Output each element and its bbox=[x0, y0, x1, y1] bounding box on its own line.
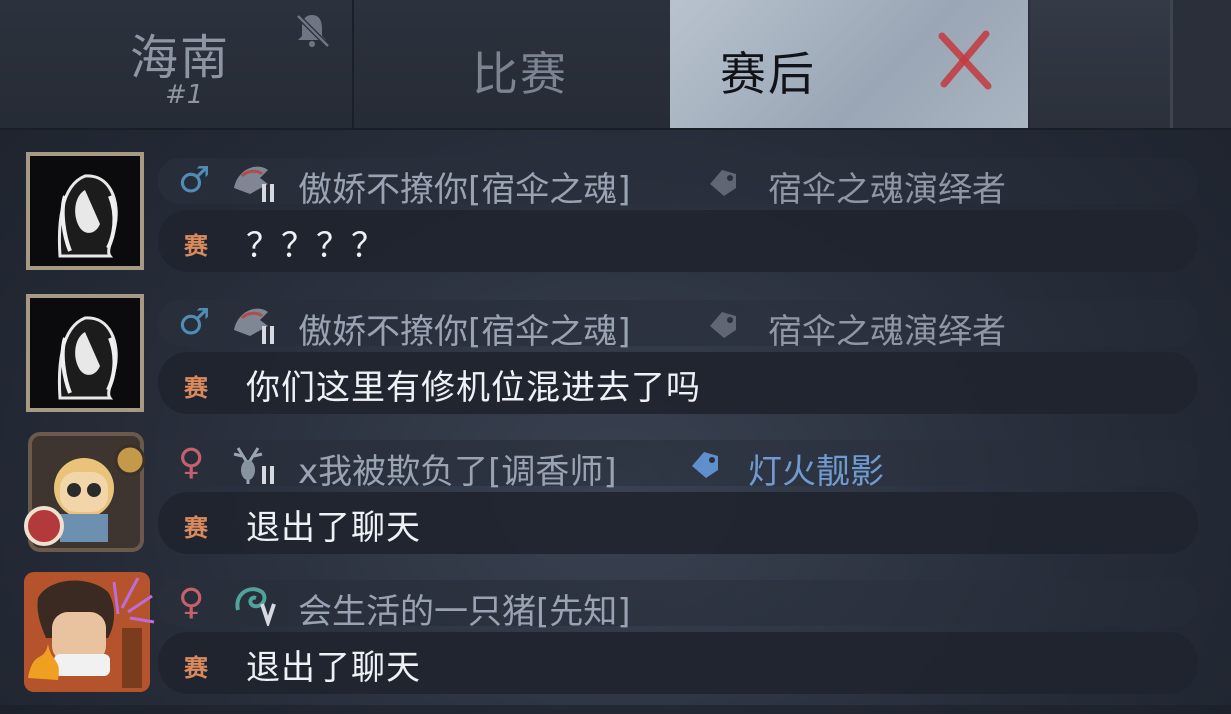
message-text: 退出了聊天 bbox=[246, 508, 421, 548]
player-name[interactable]: x我被欺负了[调香师] bbox=[298, 444, 617, 493]
message-text: ？？？？ bbox=[246, 226, 386, 266]
chat-message: ♀ x我被欺负了[调香师] 灯火靓影 赛 退出了聊天 bbox=[0, 432, 1231, 574]
avatar-perfumer-icon bbox=[24, 432, 146, 552]
tab-next[interactable] bbox=[1030, 0, 1180, 128]
tag-icon bbox=[710, 312, 736, 338]
message-header: ♂ 傲娇不撩你[宿伞之魂] 宿伞之魂演绎者 bbox=[158, 300, 1198, 352]
close-icon[interactable] bbox=[932, 28, 996, 92]
player-name[interactable]: 傲娇不撩你[宿伞之魂] bbox=[298, 304, 631, 353]
channel-badge: 赛 bbox=[184, 232, 208, 260]
message-body: 赛 退出了聊天 bbox=[158, 632, 1198, 694]
rank-badge-icon[interactable] bbox=[228, 158, 280, 204]
male-icon: ♂ bbox=[178, 302, 211, 343]
tab-scroll-handle[interactable] bbox=[1170, 0, 1231, 128]
tab-post-match[interactable]: 赛后 bbox=[670, 0, 1028, 128]
region-rank: #1 bbox=[165, 80, 204, 110]
tab-region[interactable]: 海南 #1 bbox=[0, 0, 354, 128]
female-icon: ♀ bbox=[178, 582, 205, 623]
channel-badge: 赛 bbox=[184, 514, 208, 542]
message-body: 赛 你们这里有修机位混进去了吗 bbox=[158, 352, 1198, 414]
tag-icon bbox=[692, 452, 718, 478]
channel-badge: 赛 bbox=[184, 374, 208, 402]
chat-message: ♂ 傲娇不撩你[宿伞之魂] 宿伞之魂演绎者 赛 你们这里有修机位混进去了吗 bbox=[0, 294, 1231, 434]
rank-badge-icon[interactable] bbox=[228, 580, 280, 626]
message-header: ♀ 会生活的一只猪[先知] bbox=[158, 580, 1198, 632]
rank-badge-icon[interactable] bbox=[228, 440, 280, 486]
message-header: ♀ x我被欺负了[调香师] 灯火靓影 bbox=[158, 440, 1198, 492]
message-body: 赛 ？？？？ bbox=[158, 210, 1198, 272]
player-name[interactable]: 会生活的一只猪[先知] bbox=[298, 584, 631, 633]
avatar[interactable] bbox=[26, 294, 144, 412]
tab-match[interactable]: 比赛 bbox=[354, 0, 670, 128]
player-name[interactable]: 傲娇不撩你[宿伞之魂] bbox=[298, 162, 631, 211]
tag-icon bbox=[710, 170, 736, 196]
avatar[interactable] bbox=[24, 572, 155, 692]
message-body: 赛 退出了聊天 bbox=[158, 492, 1198, 554]
bell-muted-icon[interactable] bbox=[292, 10, 332, 50]
chat-message: ♂ 傲娇不撩你[宿伞之魂] 宿伞之魂演绎者 赛 ？？？？ bbox=[0, 152, 1231, 292]
avatar-portrait-icon bbox=[30, 298, 140, 408]
avatar-portrait-icon bbox=[30, 156, 140, 266]
avatar[interactable] bbox=[26, 152, 144, 270]
tab-post-match-label: 赛后 bbox=[720, 47, 816, 101]
avatar-prophet-icon bbox=[24, 572, 155, 692]
region-name: 海南 bbox=[130, 30, 231, 86]
tab-bar: 海南 #1 比赛 赛后 bbox=[0, 0, 1231, 130]
message-text: 退出了聊天 bbox=[246, 648, 421, 688]
female-icon: ♀ bbox=[178, 442, 205, 483]
player-title: 灯火靓影 bbox=[748, 452, 884, 492]
player-title: 宿伞之魂演绎者 bbox=[768, 312, 1006, 352]
channel-badge: 赛 bbox=[184, 654, 208, 682]
avatar[interactable] bbox=[24, 432, 146, 552]
chat-message: ♀ 会生活的一只猪[先知] 赛 退出了聊天 bbox=[0, 572, 1231, 714]
message-text: 你们这里有修机位混进去了吗 bbox=[246, 368, 701, 408]
message-header: ♂ 傲娇不撩你[宿伞之魂] 宿伞之魂演绎者 bbox=[158, 158, 1198, 210]
player-title: 宿伞之魂演绎者 bbox=[768, 170, 1006, 210]
rank-badge-icon[interactable] bbox=[228, 300, 280, 346]
male-icon: ♂ bbox=[178, 160, 211, 201]
tab-match-label: 比赛 bbox=[472, 47, 568, 101]
